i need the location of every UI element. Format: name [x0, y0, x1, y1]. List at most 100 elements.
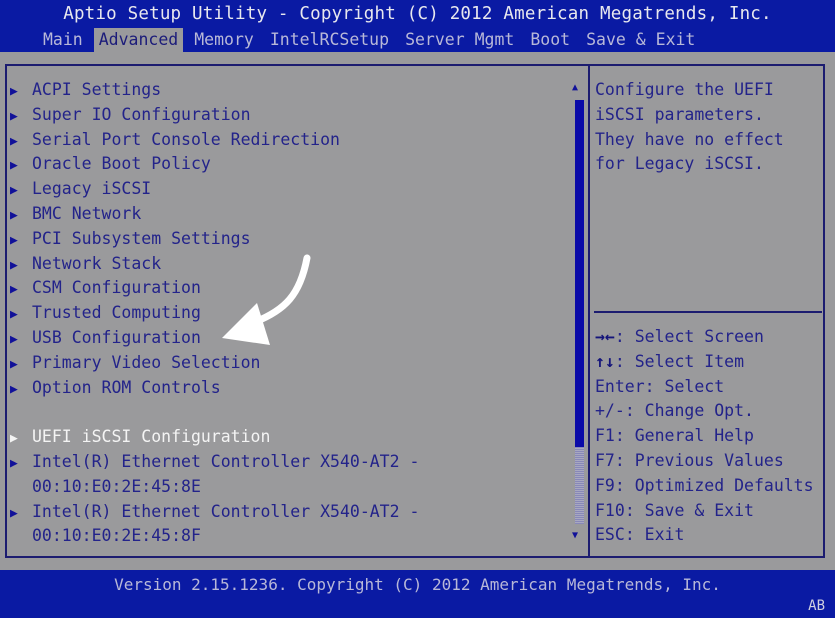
- menu-item-acpi-settings[interactable]: ▶ ACPI Settings: [10, 78, 570, 103]
- app-title: Aptio Setup Utility - Copyright (C) 2012…: [63, 4, 772, 24]
- menu-item-trusted-computing[interactable]: ▶ Trusted Computing: [10, 301, 570, 326]
- key-select-item: ↑↓: Select Item: [595, 350, 825, 375]
- key-desc: : Save & Exit: [624, 500, 754, 520]
- key-desc: : Select Screen: [614, 327, 764, 346]
- scrollbar-thumb[interactable]: [575, 100, 584, 447]
- vertical-divider: [588, 64, 590, 558]
- key-desc: : Exit: [624, 525, 685, 545]
- submenu-arrow-icon: ▶: [10, 431, 18, 447]
- key-f10: F10: Save & Exit: [595, 499, 825, 524]
- menu-item-usb-configuration[interactable]: ▶ USB Configuration: [10, 326, 570, 351]
- menu-item-super-io[interactable]: ▶ Super IO Configuration: [10, 103, 570, 128]
- key-desc: : Optimized Defaults: [614, 475, 814, 495]
- tab-intelrcsetup[interactable]: IntelRCSetup: [265, 28, 394, 52]
- menu-item-label: USB Configuration: [32, 327, 201, 347]
- menu-item-legacy-iscsi[interactable]: ▶ Legacy iSCSI: [10, 177, 570, 202]
- menu-item-label: Intel(R) Ethernet Controller X540-AT2 -: [32, 501, 420, 521]
- key-name: ESC: [595, 525, 625, 545]
- help-line: iSCSI parameters.: [595, 104, 764, 124]
- menu-item-network-stack[interactable]: ▶ Network Stack: [10, 252, 570, 277]
- key-enter: Enter: Select: [595, 375, 825, 400]
- submenu-arrow-icon: ▶: [10, 183, 18, 199]
- key-desc: : Change Opt.: [624, 401, 754, 421]
- menu-item-label: Oracle Boot Policy: [32, 154, 211, 174]
- menu-item-option-rom[interactable]: ▶ Option ROM Controls: [10, 376, 570, 401]
- key-name: F10: [595, 500, 625, 520]
- tab-advanced[interactable]: Advanced: [93, 28, 184, 52]
- submenu-arrow-icon: ▶: [10, 455, 18, 471]
- menu-item-label: CSM Configuration: [32, 278, 201, 298]
- submenu-arrow-icon: ▶: [10, 108, 18, 124]
- menu-item-pci-subsystem[interactable]: ▶ PCI Subsystem Settings: [10, 227, 570, 252]
- version-text: Version 2.15.1236. Copyright (C) 2012 Am…: [114, 575, 721, 594]
- help-line: They have no effect: [595, 129, 784, 149]
- key-desc: : Select: [644, 376, 725, 396]
- footer-bar: Version 2.15.1236. Copyright (C) 2012 Am…: [0, 570, 835, 618]
- menu-spacer: [10, 400, 570, 425]
- menu-item-label: Serial Port Console Redirection: [32, 129, 340, 149]
- scroll-up-icon[interactable]: ▲: [572, 82, 578, 93]
- key-legend: →←: Select Screen ↑↓: Select Item Enter:…: [595, 325, 825, 548]
- menu-item-label: UEFI iSCSI Configuration: [32, 427, 271, 447]
- menu-item-label: Network Stack: [32, 253, 162, 273]
- key-f9: F9: Optimized Defaults: [595, 474, 825, 499]
- submenu-arrow-icon: ▶: [10, 207, 18, 223]
- menu-item-oracle-boot-policy[interactable]: ▶ Oracle Boot Policy: [10, 152, 570, 177]
- menu-item-label: BMC Network: [32, 203, 142, 223]
- settings-menu: ▶ ACPI Settings ▶ Super IO Configuration ▶…: [10, 78, 570, 549]
- scroll-down-icon[interactable]: ▼: [572, 530, 578, 541]
- menu-item-label: Primary Video Selection: [32, 352, 261, 372]
- key-desc: : General Help: [614, 426, 754, 446]
- key-f1: F1: General Help: [595, 424, 825, 449]
- menu-item-uefi-iscsi[interactable]: ▶ UEFI iSCSI Configuration: [10, 425, 570, 450]
- menu-item-ethernet-8e-mac[interactable]: 00:10:E0:2E:45:8E: [10, 475, 570, 500]
- submenu-arrow-icon: ▶: [10, 133, 18, 149]
- tab-server-mgmt[interactable]: Server Mgmt: [400, 28, 519, 52]
- menu-item-primary-video[interactable]: ▶ Primary Video Selection: [10, 351, 570, 376]
- help-line: for Legacy iSCSI.: [595, 154, 764, 174]
- left-right-arrows-icon: →←: [595, 327, 615, 346]
- menu-item-label: Intel(R) Ethernet Controller X540-AT2 -: [32, 451, 420, 471]
- key-name: F1: [595, 426, 615, 446]
- menu-item-label: ACPI Settings: [32, 80, 162, 99]
- menu-item-ethernet-8f[interactable]: ▶ Intel(R) Ethernet Controller X540-AT2 -: [10, 500, 570, 525]
- menu-item-ethernet-8e[interactable]: ▶ Intel(R) Ethernet Controller X540-AT2 -: [10, 450, 570, 475]
- menu-item-bmc-network[interactable]: ▶ BMC Network: [10, 202, 570, 227]
- help-line: Configure the UEFI: [595, 80, 774, 99]
- key-name: Enter: [595, 376, 645, 396]
- submenu-arrow-icon: ▶: [10, 158, 18, 174]
- key-f7: F7: Previous Values: [595, 449, 825, 474]
- menu-item-label: Legacy iSCSI: [32, 179, 152, 199]
- submenu-arrow-icon: ▶: [10, 356, 18, 372]
- menu-item-label: Trusted Computing: [32, 303, 201, 323]
- menu-item-csm-configuration[interactable]: ▶ CSM Configuration: [10, 276, 570, 301]
- menu-item-label: Option ROM Controls: [32, 377, 221, 397]
- up-down-arrows-icon: ↑↓: [595, 351, 615, 371]
- key-esc: ESC: Exit: [595, 523, 825, 548]
- submenu-arrow-icon: ▶: [10, 331, 18, 347]
- submenu-arrow-icon: ▶: [10, 307, 18, 323]
- submenu-arrow-icon: ▶: [10, 84, 18, 99]
- tab-boot[interactable]: Boot: [525, 28, 575, 52]
- corner-label: AB: [808, 598, 825, 614]
- menu-item-serial-port[interactable]: ▶ Serial Port Console Redirection: [10, 128, 570, 153]
- key-name: +/-: [595, 401, 625, 421]
- submenu-arrow-icon: ▶: [10, 381, 18, 397]
- help-text: Configure the UEFI iSCSI parameters. The…: [595, 78, 820, 177]
- menu-item-label: PCI Subsystem Settings: [32, 228, 251, 248]
- submenu-arrow-icon: ▶: [10, 232, 18, 248]
- tab-memory[interactable]: Memory: [189, 28, 259, 52]
- tab-bar: Main Advanced Memory IntelRCSetup Server…: [38, 28, 706, 52]
- menu-item-ethernet-8f-mac[interactable]: 00:10:E0:2E:45:8F: [10, 524, 570, 549]
- key-desc: : Select Item: [614, 351, 745, 371]
- submenu-arrow-icon: ▶: [10, 282, 18, 298]
- key-change-opt: +/-: Change Opt.: [595, 399, 825, 424]
- key-desc: : Previous Values: [614, 450, 784, 470]
- tab-save-exit[interactable]: Save & Exit: [581, 28, 700, 52]
- header-bar: Aptio Setup Utility - Copyright (C) 2012…: [0, 0, 835, 52]
- menu-item-label: Super IO Configuration: [32, 104, 251, 124]
- key-select-screen: →←: Select Screen: [595, 325, 825, 350]
- tab-main[interactable]: Main: [38, 28, 88, 52]
- submenu-arrow-icon: ▶: [10, 257, 18, 273]
- key-name: F7: [595, 450, 615, 470]
